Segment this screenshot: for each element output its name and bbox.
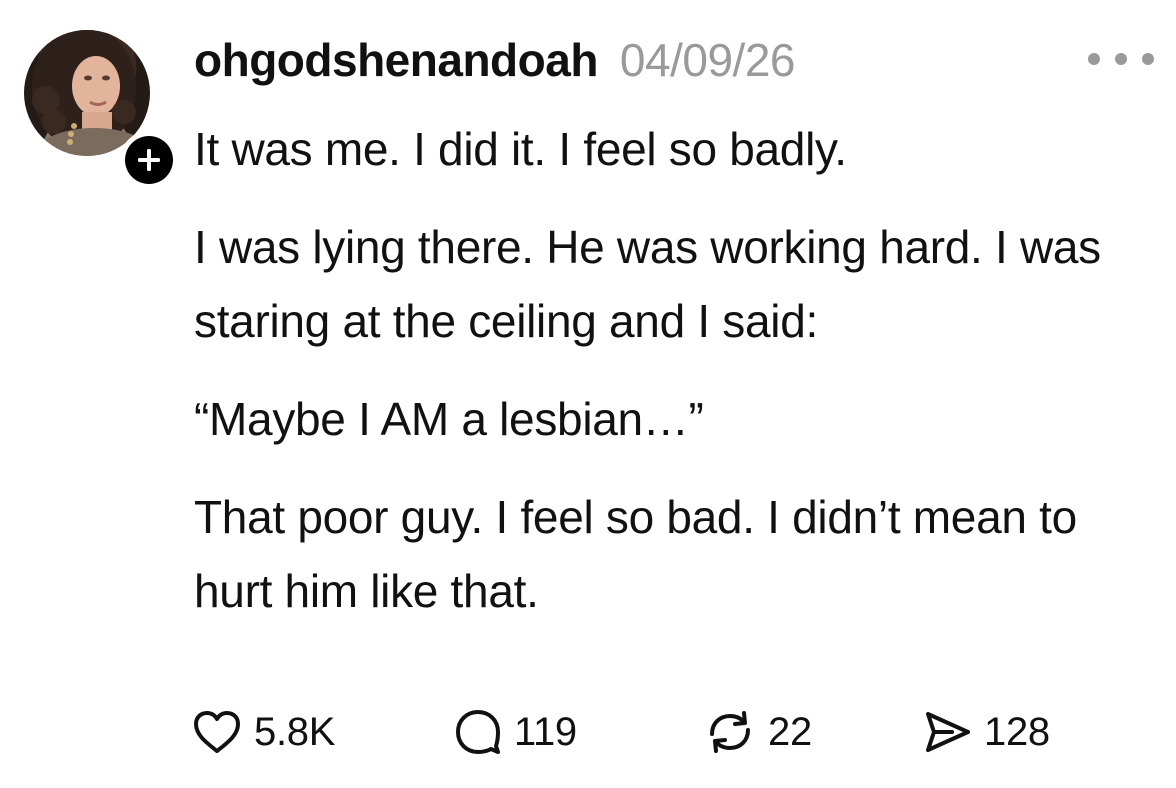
action-bar: 5.8K 119 22 128	[192, 700, 1102, 764]
follow-button[interactable]	[120, 131, 178, 189]
like-button[interactable]: 5.8K	[192, 709, 454, 755]
follow-badge	[125, 136, 173, 184]
heart-icon	[194, 711, 240, 753]
share-count: 128	[984, 709, 1050, 754]
reply-count: 119	[514, 709, 577, 754]
post-paragraph: It was me. I did it. I feel so badly.	[194, 123, 847, 175]
repost-button[interactable]: 22	[704, 708, 922, 756]
send-icon	[926, 712, 970, 752]
post-paragraph: “Maybe I AM a lesbian…”	[194, 393, 704, 445]
post-card: ohgodshenandoah 04/09/26 It was me. I di…	[0, 0, 1176, 788]
reply-button[interactable]: 119	[454, 708, 704, 756]
share-button[interactable]: 128	[922, 708, 1102, 756]
comment-icon	[456, 710, 500, 754]
post-timestamp[interactable]: 04/09/26	[620, 33, 796, 87]
avatar-container	[24, 30, 178, 189]
plus-icon	[138, 149, 160, 171]
more-options-button[interactable]	[1088, 48, 1154, 70]
post-header: ohgodshenandoah 04/09/26	[194, 28, 795, 92]
more-dots-icon	[1115, 53, 1127, 65]
post-paragraph: I was lying there. He was working hard. …	[194, 221, 1101, 347]
post-paragraph: That poor guy. I feel so bad. I didn’t m…	[194, 491, 1077, 617]
more-dots-icon	[1142, 53, 1154, 65]
more-dots-icon	[1088, 53, 1100, 65]
repost-count: 22	[768, 709, 812, 754]
like-count: 5.8K	[254, 709, 336, 754]
username-link[interactable]: ohgodshenandoah	[194, 33, 598, 87]
post-body: It was me. I did it. I feel so badly. I …	[194, 112, 1164, 652]
repost-icon	[710, 711, 750, 753]
